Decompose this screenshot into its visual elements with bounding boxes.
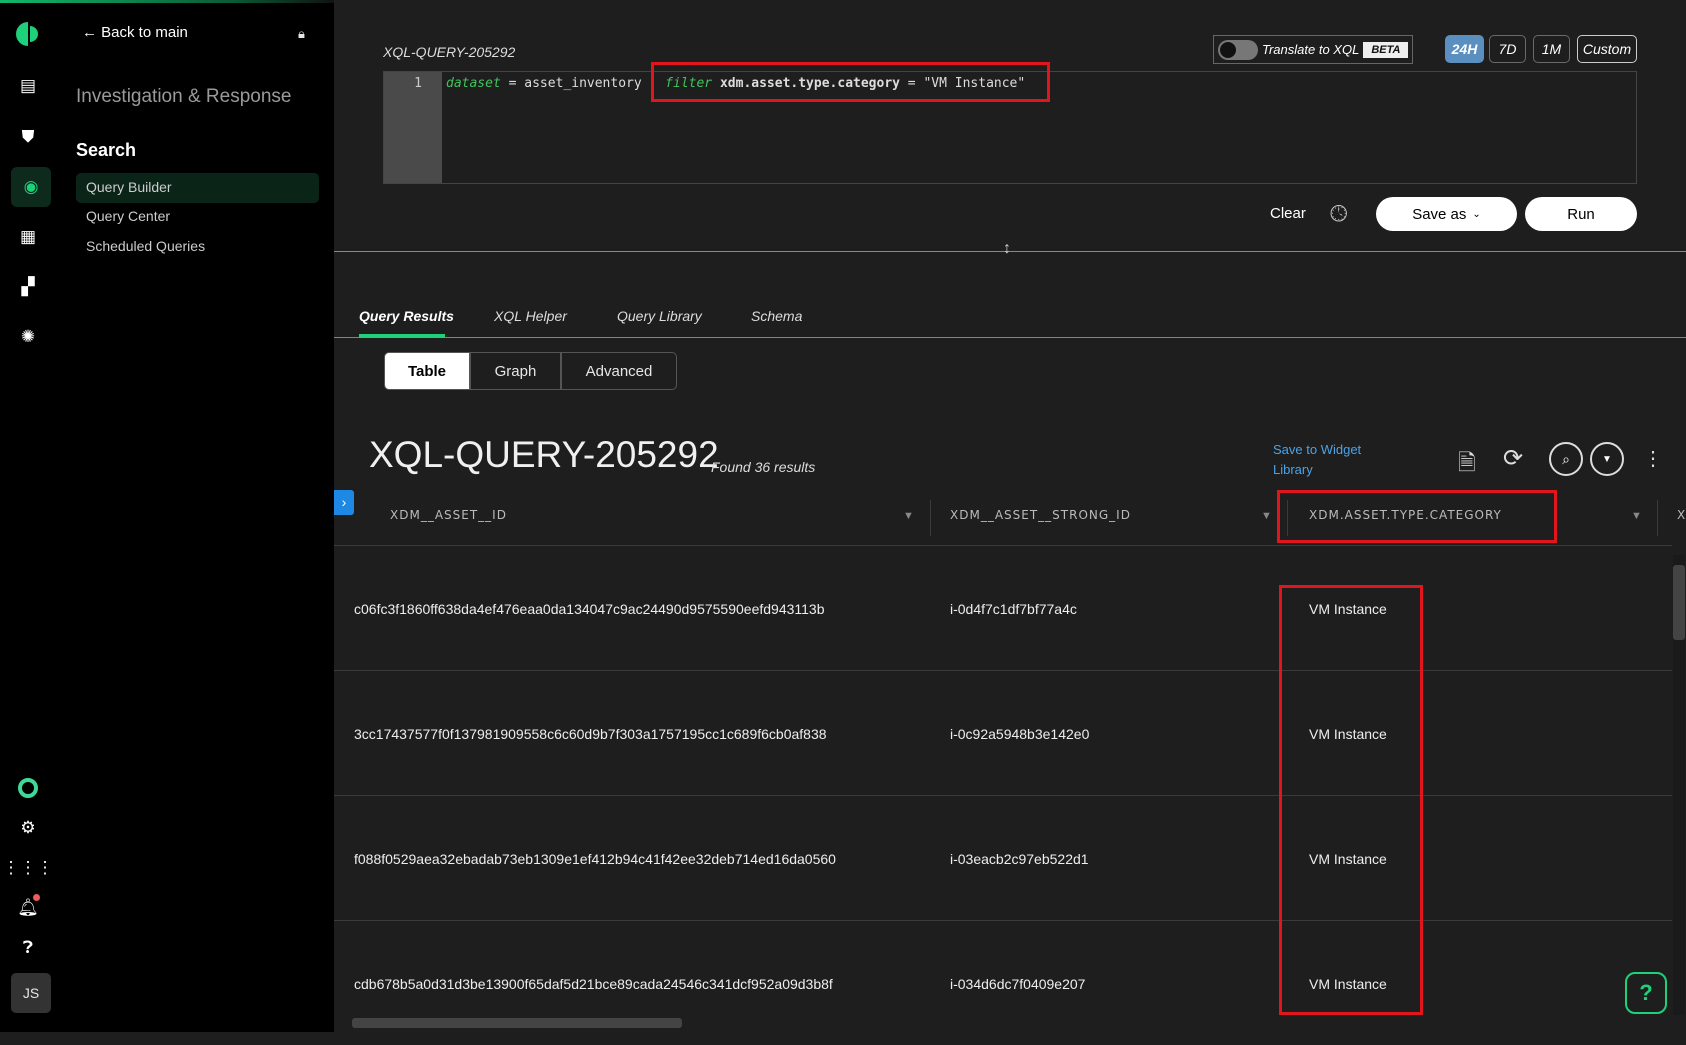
- time-1m-button[interactable]: 1M: [1533, 35, 1570, 63]
- translate-toggle[interactable]: Translate to XQL BETA: [1213, 35, 1413, 64]
- tab-query-library[interactable]: Query Library: [617, 308, 702, 324]
- translate-label: Translate to XQL: [1262, 42, 1360, 57]
- arrow-left-icon: ←: [82, 24, 102, 41]
- lock-icon[interactable]: 🔒︎: [298, 26, 305, 42]
- nav-item-query-builder[interactable]: Query Builder: [76, 173, 319, 203]
- column-header-strong-id[interactable]: XDM__ASSET__STRONG_ID: [950, 508, 1131, 522]
- help-button[interactable]: ?: [1625, 972, 1667, 1014]
- highlight-box: [1279, 585, 1423, 1015]
- cell-asset-id: f088f0529aea32ebadab73eb1309e1ef412b94c4…: [354, 851, 836, 867]
- table-row[interactable]: f088f0529aea32ebadab73eb1309e1ef412b94c4…: [334, 795, 1672, 920]
- settings-icon[interactable]: ⚙: [14, 814, 42, 842]
- save-to-widget-link[interactable]: Save to Widget Library: [1273, 440, 1383, 480]
- horizontal-scrollbar[interactable]: [340, 1018, 1670, 1030]
- cell-asset-id: 3cc17437577f0f137981909558c6c60d9b7f303a…: [354, 726, 827, 742]
- column-filter-icon[interactable]: ▼: [903, 510, 914, 522]
- highlight-box: [651, 62, 1050, 102]
- cell-asset-id: cdb678b5a0d31d3be13900f65daf5d21bce89cad…: [354, 976, 833, 992]
- query-name: XQL-QUERY-205292: [383, 44, 516, 60]
- code-op: =: [500, 76, 525, 91]
- side-nav: ← Back to main 🔒︎ Investigation & Respon…: [56, 0, 334, 1032]
- export-icon[interactable]: 🗎︎: [1458, 446, 1476, 484]
- column-divider[interactable]: [930, 500, 931, 536]
- logo-icon[interactable]: [14, 20, 42, 48]
- save-as-label: Save as: [1412, 205, 1467, 223]
- view-graph-button[interactable]: Graph: [470, 352, 561, 390]
- table-row[interactable]: 3cc17437577f0f137981909558c6c60d9b7f303a…: [334, 670, 1672, 795]
- results-title: XQL-QUERY-205292: [369, 434, 719, 475]
- help-icon[interactable]: ❓︎: [14, 934, 42, 962]
- schedule-clock-icon[interactable]: 🕓︎: [1330, 201, 1347, 227]
- beta-badge: BETA: [1363, 41, 1409, 58]
- column-header-asset-id[interactable]: XDM__ASSET__ID: [390, 508, 507, 522]
- bell-icon[interactable]: 🔔︎: [14, 894, 42, 922]
- expand-panel-button[interactable]: ›: [334, 490, 354, 515]
- highlight-box: [1277, 490, 1557, 543]
- network-icon[interactable]: ✺: [14, 323, 42, 351]
- time-7d-button[interactable]: 7D: [1489, 35, 1526, 63]
- nav-item-scheduled-queries[interactable]: Scheduled Queries: [86, 238, 205, 254]
- line-number: 1: [384, 72, 442, 183]
- column-filter-icon[interactable]: ▼: [1631, 510, 1642, 522]
- refresh-icon[interactable]: ⟳: [1503, 444, 1523, 473]
- column-divider[interactable]: [1657, 500, 1658, 536]
- shield-alert-icon[interactable]: ⛊: [14, 123, 42, 151]
- vertical-scrollbar[interactable]: [1673, 555, 1685, 1015]
- resize-handle-icon[interactable]: ↕: [1003, 240, 1011, 258]
- active-tab-indicator: [359, 334, 445, 338]
- tab-query-results[interactable]: Query Results: [359, 308, 454, 324]
- time-custom-button[interactable]: Custom: [1577, 35, 1637, 63]
- code-keyword: dataset: [446, 76, 501, 91]
- tab-xql-helper[interactable]: XQL Helper: [494, 308, 567, 324]
- icon-rail: ▤ ⛊ ◉ ▦ ▞ ✺ ⚙ ⋮⋮⋮ 🔔︎ ❓︎ JS: [0, 0, 56, 1032]
- clipboard-icon[interactable]: ▦: [14, 223, 42, 251]
- search-icon[interactable]: ⌕: [1549, 442, 1583, 476]
- back-label: Back to main: [101, 24, 188, 41]
- table-row[interactable]: c06fc3f1860ff638da4ef476eaa0da134047c9ac…: [334, 545, 1672, 670]
- cortex-icon[interactable]: [14, 774, 42, 802]
- modules-icon[interactable]: ▞: [14, 273, 42, 301]
- back-to-main-link[interactable]: ← Back to main: [82, 24, 188, 41]
- tabs-underline: [334, 337, 1686, 338]
- group-title: Search: [76, 140, 137, 160]
- cell-strong-id: i-0d4f7c1df7bf77a4c: [950, 601, 1077, 617]
- column-header-next[interactable]: X: [1677, 508, 1686, 522]
- more-options-icon[interactable]: ⋮: [1643, 446, 1663, 471]
- results-count: Found 36 results: [711, 459, 816, 475]
- column-filter-icon[interactable]: ▼: [1261, 510, 1272, 522]
- cell-strong-id: i-0c92a5948b3e142e0: [950, 726, 1090, 742]
- view-advanced-button[interactable]: Advanced: [561, 352, 677, 390]
- cell-strong-id: i-03eacb2c97eb522d1: [950, 851, 1089, 867]
- eye-icon[interactable]: ◉: [11, 167, 51, 207]
- filter-icon[interactable]: ▼: [1590, 442, 1624, 476]
- code-dataset: asset_inventory: [524, 76, 642, 91]
- chevron-down-icon: ⌄: [1472, 208, 1481, 220]
- time-24h-button[interactable]: 24H: [1445, 35, 1484, 63]
- dashboard-icon[interactable]: ▤: [14, 72, 42, 100]
- save-as-button[interactable]: Save as ⌄: [1376, 197, 1517, 231]
- apps-grid-icon[interactable]: ⋮⋮⋮: [3, 854, 54, 882]
- nav-item-query-center[interactable]: Query Center: [86, 208, 170, 224]
- view-table-button[interactable]: Table: [384, 352, 470, 390]
- section-title: Investigation & Response: [76, 86, 292, 107]
- avatar[interactable]: JS: [11, 973, 51, 1013]
- clear-button[interactable]: Clear: [1270, 205, 1306, 222]
- cell-strong-id: i-034d6dc7f0409e207: [950, 976, 1086, 992]
- top-accent-line: [0, 0, 334, 3]
- toggle-switch[interactable]: [1218, 39, 1258, 60]
- cell-asset-id: c06fc3f1860ff638da4ef476eaa0da134047c9ac…: [354, 601, 825, 617]
- run-button[interactable]: Run: [1525, 197, 1637, 231]
- tab-schema[interactable]: Schema: [751, 308, 802, 324]
